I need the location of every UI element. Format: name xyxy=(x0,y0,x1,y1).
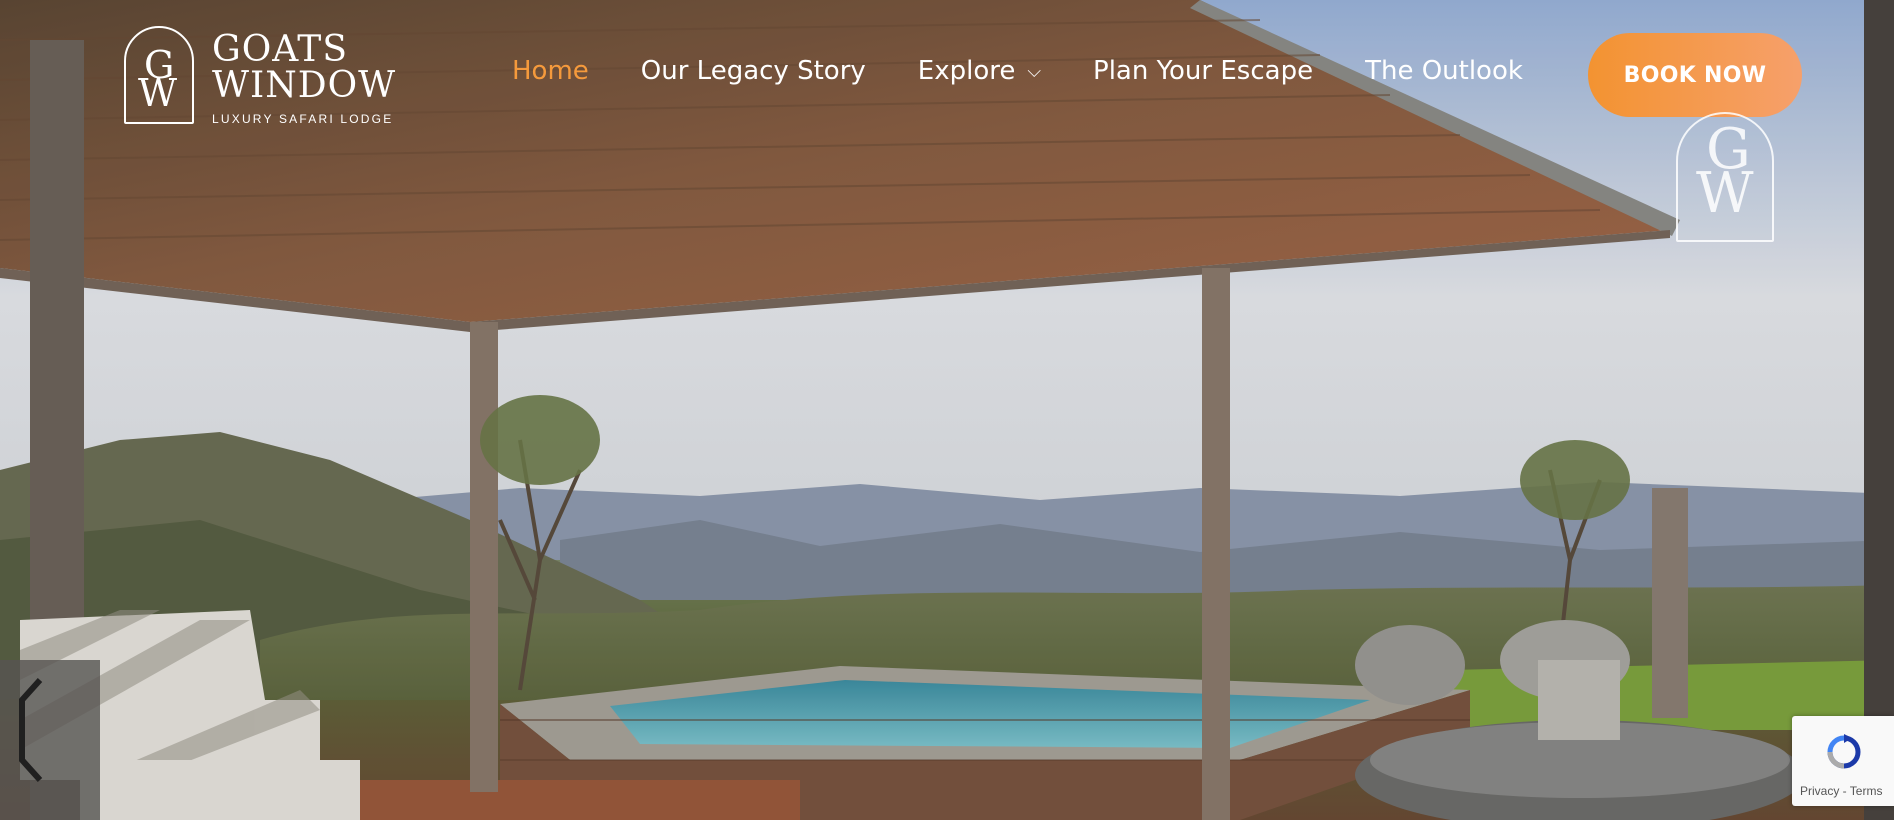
chevron-down-icon: ⌵ xyxy=(1027,61,1042,82)
logo-monogram-icon: G W xyxy=(124,26,194,124)
brand-tagline: LUXURY SAFARI LODGE xyxy=(212,112,394,126)
nav-item-explore[interactable]: Explore ⌵ xyxy=(918,56,1041,86)
floating-monogram-icon: G W xyxy=(1676,112,1774,242)
recaptcha-privacy-link[interactable]: Privacy xyxy=(1800,784,1839,798)
nav-item-home[interactable]: Home xyxy=(512,56,589,86)
nav-item-our-legacy-story[interactable]: Our Legacy Story xyxy=(641,56,866,86)
logo-wordmark: GOATS WINDOW LUXURY SAFARI LODGE xyxy=(212,26,397,127)
recaptcha-badge[interactable]: Privacy - Terms xyxy=(1792,716,1894,806)
nav-item-explore-label: Explore xyxy=(917,56,1016,86)
recaptcha-separator: - xyxy=(1839,784,1850,798)
hero-section: G W GOATS WINDOW LUXURY SAFARI LODGE Hom… xyxy=(0,0,1894,820)
recaptcha-icon xyxy=(1827,734,1861,769)
brand-logo[interactable]: G W GOATS WINDOW LUXURY SAFARI LODGE xyxy=(124,26,396,126)
nav-item-plan-your-escape[interactable]: Plan Your Escape xyxy=(1093,56,1313,86)
recaptcha-links: Privacy - Terms xyxy=(1800,784,1882,798)
brand-name-line1: GOATS xyxy=(212,29,348,70)
brand-name-line2: WINDOW xyxy=(212,65,397,106)
main-navigation: Home Our Legacy Story Explore ⌵ Plan Your… xyxy=(512,56,1523,86)
nav-item-the-outlook[interactable]: The Outlook xyxy=(1365,56,1523,86)
book-now-button[interactable]: BOOK NOW xyxy=(1588,33,1802,117)
recaptcha-terms-link[interactable]: Terms xyxy=(1850,784,1883,798)
